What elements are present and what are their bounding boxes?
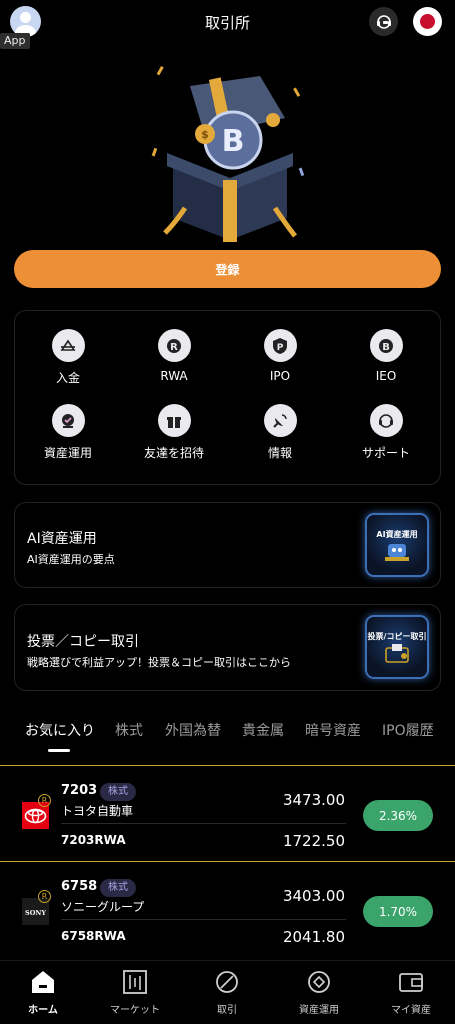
quick-menu: 入金 R RWA P IPO B IEO 資産運用 友達を招待 情報 サポート [14,310,441,485]
tab-ipo-history[interactable]: IPO履歴 [382,720,434,740]
nav-home-label: ホーム [28,1005,58,1016]
stock-row[interactable]: SONY R 6758 株式 ソニーグループ 6758RWA 3403.00 2… [0,861,455,956]
quick-rwa[interactable]: R RWA [121,329,227,383]
row-divider [61,919,346,920]
home-icon [32,971,54,993]
nav-market-label: マーケット [110,1005,160,1016]
price-change-badge: 1.70% [363,896,433,927]
registered-mark-icon: R [38,890,51,903]
market-tabs: お気に入り 株式 外国為替 貴金属 暗号資産 IPO履歴 [0,712,455,752]
nav-market[interactable]: マーケット [95,969,175,1016]
tab-precious-metals[interactable]: 貴金属 [242,720,284,740]
rwa-code: 7203RWA [61,833,126,847]
quick-info-label: 情報 [267,446,292,460]
ai-asset-banner[interactable]: AI資産運用 AI資産運用の要点 AI資産運用 [14,502,441,588]
asset-icon [308,971,330,993]
nav-asset-management-label: 資産運用 [299,1005,339,1016]
nav-my-assets[interactable]: マイ資産 [371,969,451,1016]
ieo-icon: B [369,329,403,362]
robot-icon [385,543,409,561]
trade-icon [216,971,238,993]
headset-icon [376,14,391,29]
active-tab-indicator [48,749,70,752]
quick-asset-management-label: 資産運用 [43,446,92,460]
svg-text:B: B [222,124,245,159]
quick-rwa-label: RWA [160,369,188,383]
quick-deposit[interactable]: 入金 [15,329,121,386]
nav-trade-label: 取引 [217,1005,237,1016]
stock-name: トヨタ自動車 [61,804,134,818]
sony-logo-text: SONY [25,909,46,917]
quick-support[interactable]: サポート [333,404,439,461]
ai-banner-title: AI資産運用 [27,531,97,547]
headset-icon [369,404,403,437]
quick-ieo-label: IEO [375,369,397,383]
deposit-icon [51,329,85,362]
ai-banner-image: AI資産運用 [365,513,429,577]
satellite-icon [263,404,297,437]
wallet-icon [399,973,423,992]
stock-name: ソニーグループ [61,900,145,914]
top-bar: App 取引所 [0,0,455,49]
row-divider [61,823,346,824]
svg-text:$: $ [201,128,209,141]
vote-banner-image-text: 投票/コピー取引 [367,631,427,641]
ipo-icon: P [263,329,297,362]
quick-invite-friends-label: 友達を招待 [143,446,204,460]
stock-code: 7203 [61,783,98,798]
stock-price: 3473.00 [282,791,345,809]
language-flag-button[interactable] [413,7,442,36]
rwa-icon: R [157,329,191,362]
svg-text:P: P [277,343,284,353]
quick-ipo[interactable]: P IPO [227,329,333,383]
customer-support-button[interactable] [369,7,398,36]
nav-asset-management[interactable]: 資産運用 [279,969,359,1016]
quick-info[interactable]: 情報 [227,404,333,461]
gift-box-bitcoin-illustration: B $ [151,66,305,242]
rwa-price: 1722.50 [282,832,345,850]
vote-banner-subtitle: 戦略選びで利益アップ！投票＆コピー取引はここから [27,656,291,669]
tab-forex[interactable]: 外国為替 [165,720,221,740]
asset-management-icon [51,404,85,437]
stock-type-badge: 株式 [100,783,136,801]
svg-text:R: R [170,342,178,353]
ballot-box-icon [385,643,409,663]
bottom-navigation: ホーム マーケット 取引 資産運用 マイ資産 [0,960,455,1024]
quick-asset-management[interactable]: 資産運用 [15,404,121,461]
vote-copy-trade-banner[interactable]: 投票／コピー取引 戦略選びで利益アップ！投票＆コピー取引はここから 投票/コピー… [14,604,441,691]
vote-banner-title: 投票／コピー取引 [27,634,139,650]
svg-text:B: B [382,342,390,353]
price-change-badge: 2.36% [363,800,433,831]
ai-banner-subtitle: AI資産運用の要点 [27,553,115,566]
registered-mark-icon: R [38,794,51,807]
stock-row[interactable]: R 7203 株式 トヨタ自動車 7203RWA 3473.00 1722.50… [0,765,455,860]
nav-my-assets-label: マイ資産 [391,1005,431,1016]
register-button[interactable]: 登録 [14,250,441,288]
quick-ieo[interactable]: B IEO [333,329,439,383]
quick-support-label: サポート [361,446,410,460]
tab-favorites[interactable]: お気に入り [25,720,95,740]
rwa-code: 6758RWA [61,929,126,943]
quick-invite-friends[interactable]: 友達を招待 [121,404,227,461]
app-tag: App [0,33,30,49]
japan-flag-icon [420,14,435,29]
vote-banner-image: 投票/コピー取引 [365,615,429,679]
market-chart-icon [123,970,147,994]
quick-deposit-label: 入金 [55,371,80,385]
stock-type-badge: 株式 [100,879,136,897]
gift-icon [157,404,191,437]
ai-banner-image-text: AI資産運用 [376,529,418,539]
nav-home[interactable]: ホーム [3,969,83,1016]
tab-crypto[interactable]: 暗号資産 [305,720,361,740]
nav-trade[interactable]: 取引 [187,969,267,1016]
quick-ipo-label: IPO [269,369,291,383]
stock-price: 3403.00 [282,887,345,905]
stock-code: 6758 [61,879,98,894]
rwa-price: 2041.80 [282,928,345,946]
tab-stocks[interactable]: 株式 [115,720,143,740]
